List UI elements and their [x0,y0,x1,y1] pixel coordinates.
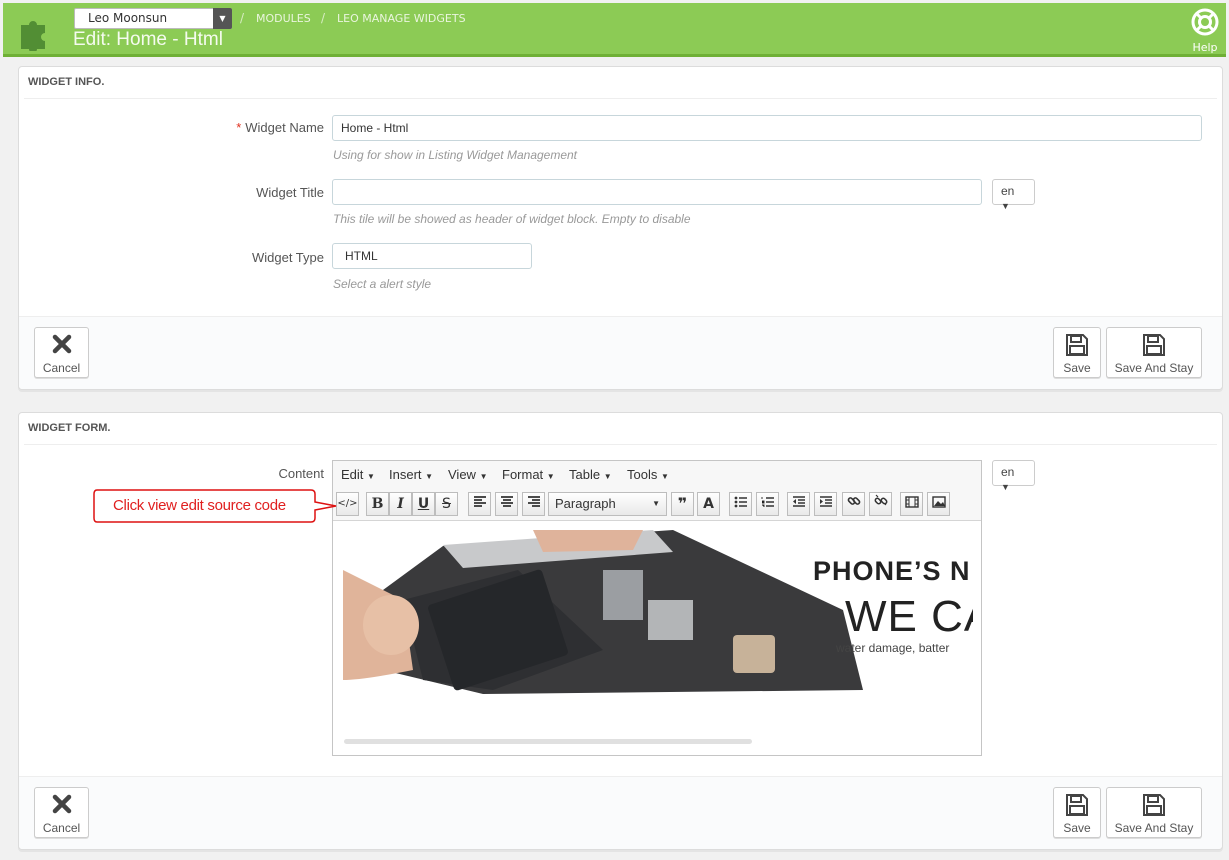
puzzle-module-icon [21,21,45,51]
banner-tagline: water damage, batter [836,641,950,655]
caret-down-icon: ▼ [425,472,434,481]
panel-heading: WIDGET INFO. [28,76,105,88]
image-icon[interactable] [927,492,950,516]
content-banner-image: PHONE’S N WE CA water damage, batter [343,530,973,694]
editor-menubar: Edit ▼ Insert ▼ View ▼ Format ▼ Table ▼ … [333,461,981,489]
save-icon [1143,334,1165,356]
italic-icon[interactable]: I [389,492,412,516]
panel-heading: WIDGET FORM. [28,422,111,434]
indent-icon[interactable] [814,492,837,516]
annotation-callout: Click view edit source code [93,489,337,523]
widget-title-input[interactable] [332,179,982,205]
widget-title-help: This tile will be showed as header of wi… [333,212,691,226]
align-right-icon[interactable] [522,492,545,516]
content-label: Content [278,466,324,481]
panel-footer: Cancel Save Save And Stay [19,316,1222,389]
menu-format[interactable]: Format ▼ [502,467,555,482]
close-icon [52,794,71,814]
widget-type-select[interactable]: HTML [332,243,532,269]
widget-title-label: Widget Title [256,185,324,200]
caret-down-icon: ▼ [652,499,660,508]
save-button[interactable]: Save [1053,787,1101,838]
page-title: Edit: Home - Html [73,29,223,50]
cancel-label: Cancel [42,361,81,375]
bullet-list-icon[interactable] [729,492,752,516]
save-and-stay-label: Save And Stay [1114,361,1194,375]
widget-type-help: Select a alert style [333,277,432,291]
breadcrumb-separator: / [321,11,326,25]
save-label: Save [1063,821,1091,835]
editor-content-area[interactable]: PHONE’S N WE CA water damage, batter [333,521,981,755]
save-icon [1143,794,1165,816]
close-icon [52,334,71,354]
horizontal-scrollbar[interactable] [344,739,752,744]
cancel-button[interactable]: Cancel [34,327,89,378]
menu-insert[interactable]: Insert ▼ [389,467,433,482]
block-format-dropdown[interactable]: Paragraph ▼ [548,492,667,516]
shop-selector[interactable]: Leo Moonsun ▼ [74,8,232,29]
required-mark: * [236,120,242,135]
align-left-icon[interactable] [468,492,491,516]
menu-view[interactable]: View ▼ [448,467,488,482]
panel-footer: Cancel Save Save And Stay [19,776,1222,849]
menu-edit[interactable]: Edit ▼ [341,467,375,482]
banner-subheadline: WE CA [845,592,973,641]
blockquote-icon[interactable]: ❞ [671,492,694,516]
save-and-stay-label: Save And Stay [1114,821,1194,835]
media-icon[interactable] [900,492,923,516]
unlink-icon[interactable] [869,492,892,516]
caret-down-icon: ▼ [1001,482,1010,492]
breadcrumb-separator: / [240,11,245,25]
numbered-list-icon[interactable] [756,492,779,516]
underline-icon[interactable]: U [412,492,435,516]
widget-name-input[interactable]: Home - Html [332,115,1202,141]
widget-type-label: Widget Type [251,250,324,265]
page-header: Leo Moonsun ▼ / MODULES / LEO MANAGE WID… [3,3,1226,57]
widget-name-help: Using for show in Listing Widget Managem… [333,148,578,162]
text-color-icon[interactable]: A [697,492,720,516]
save-icon [1066,334,1088,356]
caret-down-icon: ▼ [1001,201,1010,211]
shop-selector-value: Leo Moonsun [88,11,168,25]
caret-down-icon: ▼ [367,472,375,481]
widget-form-panel: WIDGET FORM. Content Edit ▼ Insert ▼ Vie… [18,412,1223,850]
cancel-label: Cancel [42,821,81,835]
outdent-icon[interactable] [787,492,810,516]
caret-down-icon: ▼ [660,472,669,481]
chevron-down-icon: ▼ [213,8,232,29]
help-label: Help [1192,41,1218,54]
align-center-icon[interactable] [495,492,518,516]
title-language-dropdown[interactable]: en ▼ [992,179,1035,211]
save-and-stay-button[interactable]: Save And Stay [1106,787,1202,838]
banner-headline: PHONE’S N [813,556,971,586]
content-language-dropdown[interactable]: en ▼ [992,460,1035,492]
widget-info-panel: WIDGET INFO. * Widget Name Home - Html Us… [18,66,1223,390]
help-button[interactable]: Help [1190,8,1220,54]
save-label: Save [1063,361,1091,375]
callout-text: Click view edit source code [113,497,286,514]
caret-down-icon: ▼ [479,472,488,481]
rich-text-editor[interactable]: Edit ▼ Insert ▼ View ▼ Format ▼ Table ▼ … [332,460,982,756]
widget-name-label: * Widget Name [236,120,324,135]
save-icon [1066,794,1088,816]
save-button[interactable]: Save [1053,327,1101,378]
source-code-icon[interactable]: </> [336,492,359,516]
menu-tools[interactable]: Tools ▼ [627,467,669,482]
caret-down-icon: ▼ [603,472,612,481]
caret-down-icon: ▼ [546,472,555,481]
menu-table[interactable]: Table ▼ [569,467,612,482]
breadcrumb-leo-manage-widgets[interactable]: LEO MANAGE WIDGETS [337,12,466,25]
lifebuoy-icon [1191,8,1219,36]
save-and-stay-button[interactable]: Save And Stay [1106,327,1202,378]
editor-toolbar: </> B I U S Paragraph ▼ ❞ A [333,489,981,521]
cancel-button[interactable]: Cancel [34,787,89,838]
breadcrumb-modules[interactable]: MODULES [256,12,311,25]
bold-icon[interactable]: B [366,492,389,516]
strikethrough-icon[interactable]: S [435,492,458,516]
link-icon[interactable] [842,492,865,516]
